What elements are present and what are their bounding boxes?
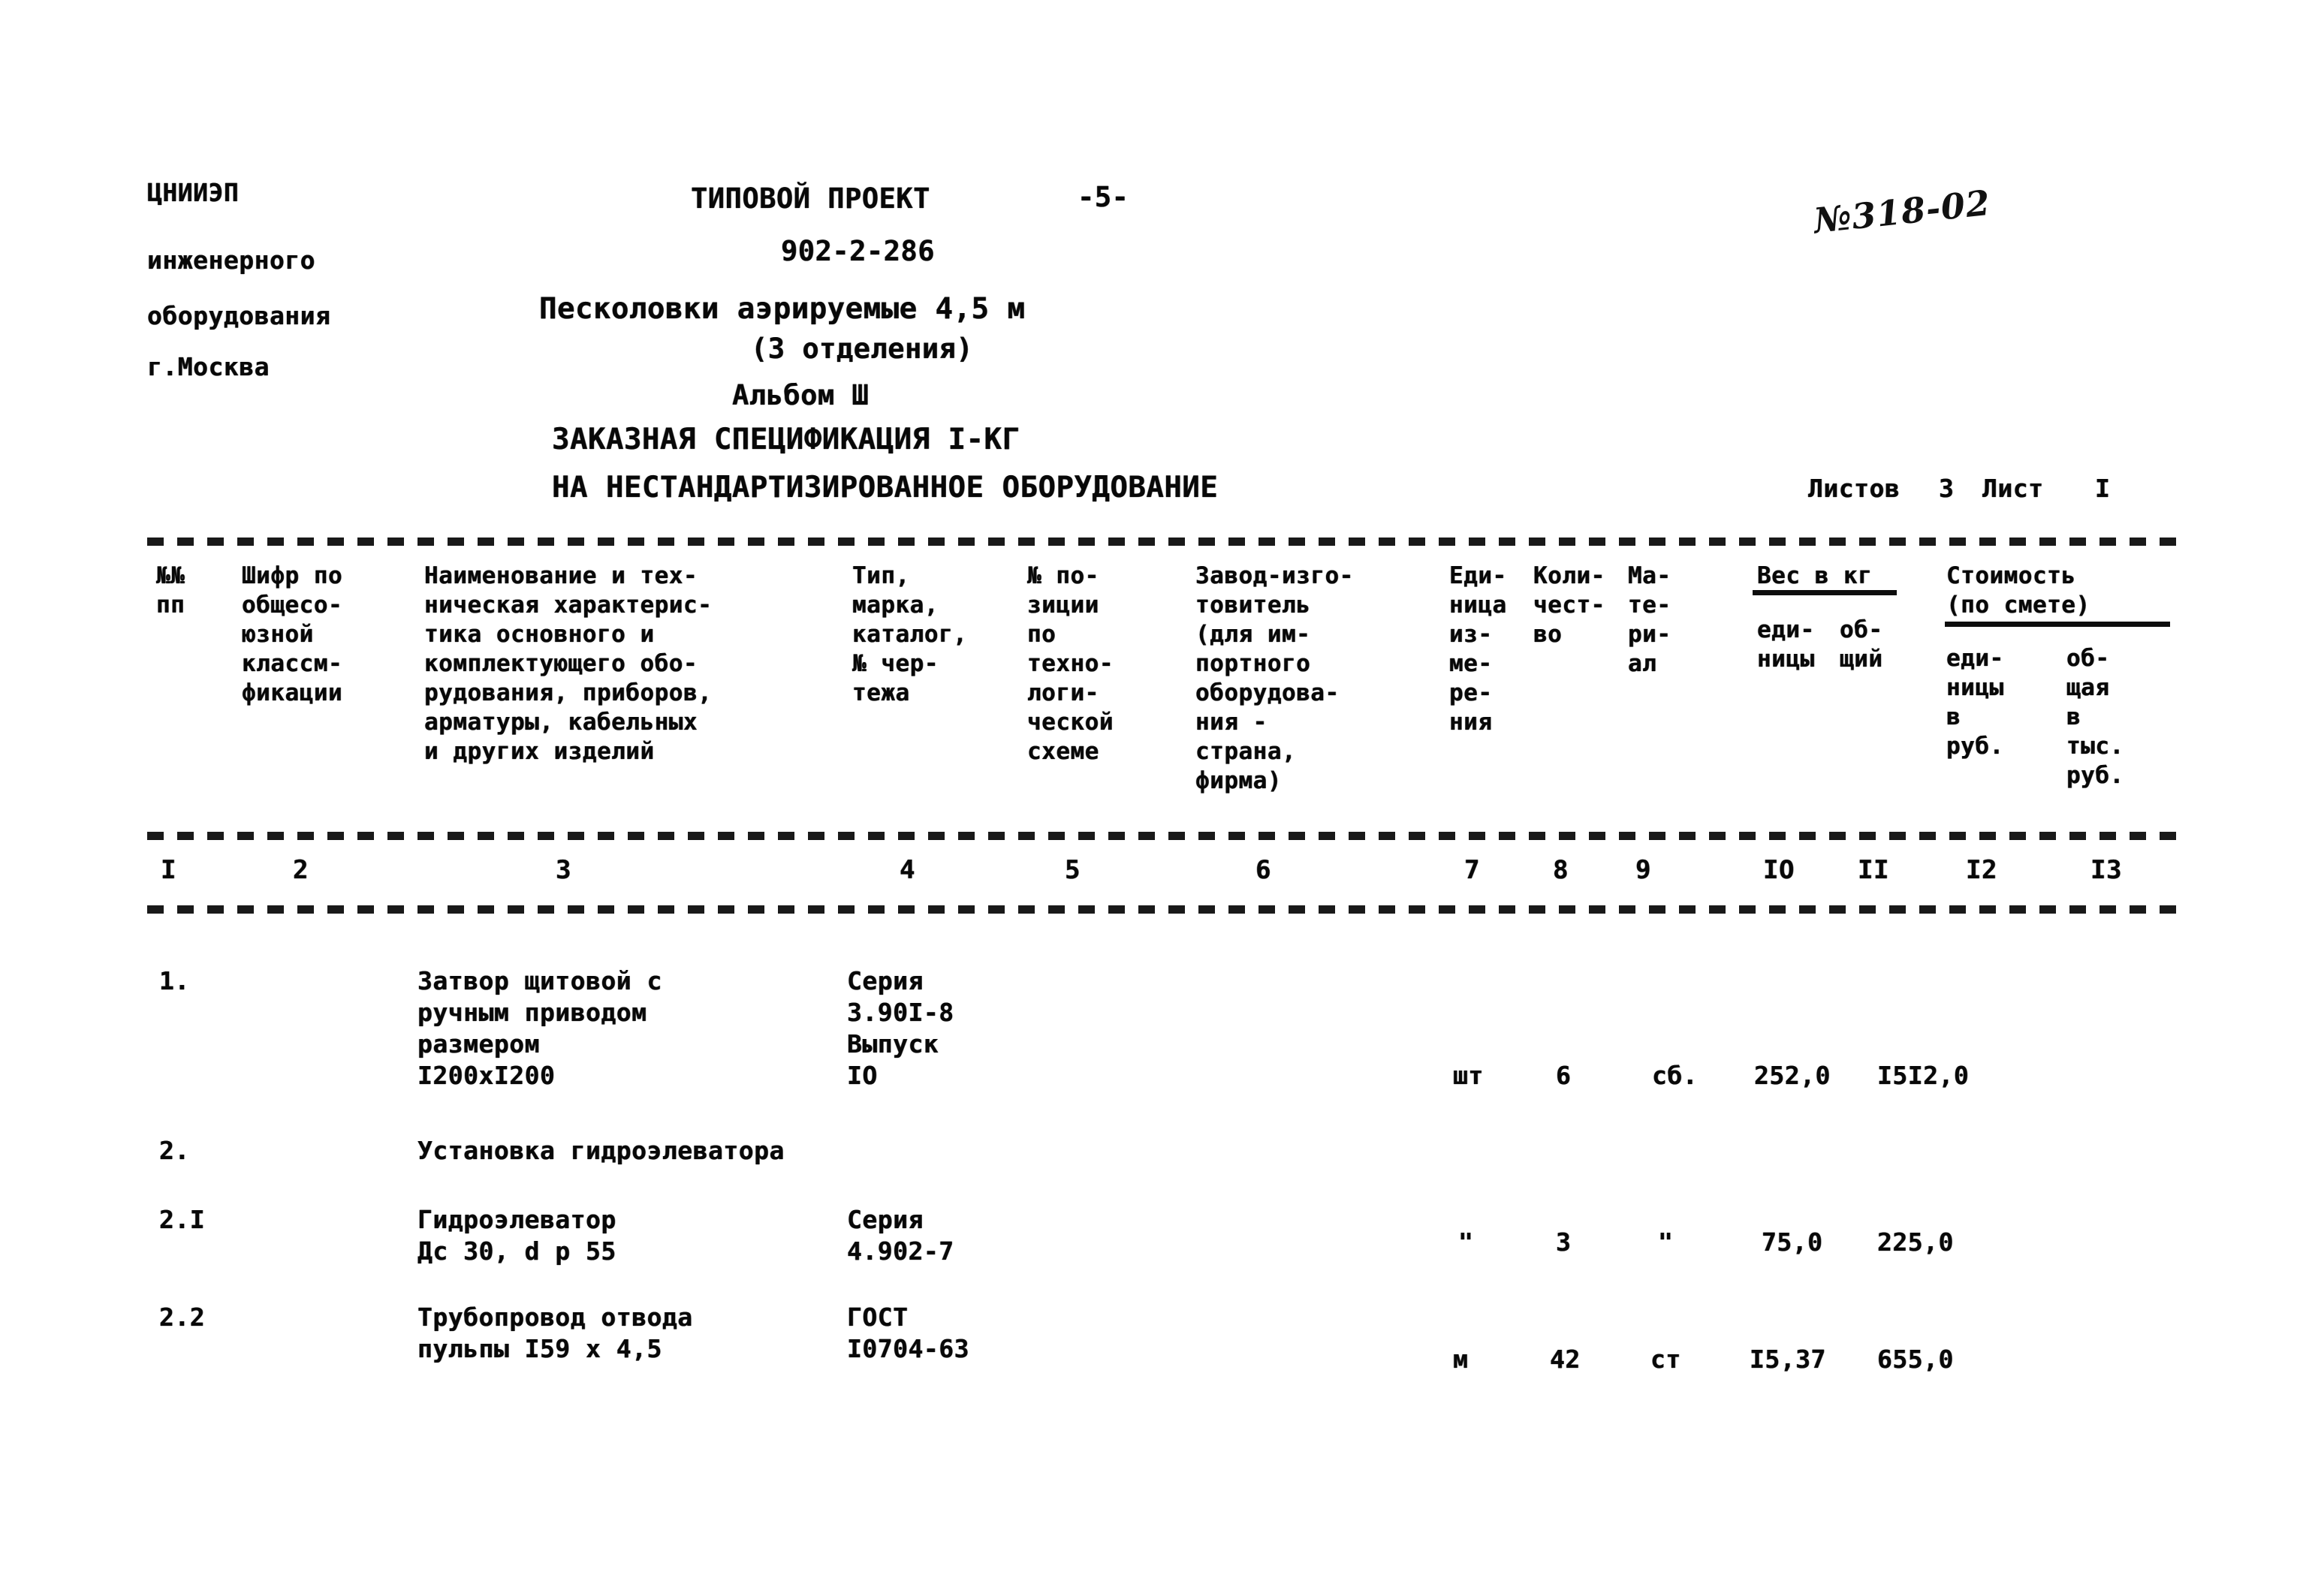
spec-subtitle: НА НЕСТАНДАРТИЗИРОВАННОЕ ОБОРУДОВАНИЕ (552, 471, 1219, 504)
column-number-9: 9 (1635, 855, 1651, 885)
sheets-label: Листов (1808, 474, 1901, 503)
column-header-material: Ма- те- ри- ал (1628, 562, 1671, 677)
column-header-code: Шифр по общесо- юзной классм- фикации (242, 562, 343, 706)
spec-title: ЗАКАЗНАЯ СПЕЦИФИКАЦИЯ I-КГ (552, 423, 1020, 456)
column-header-weight-unit: еди- ницы (1757, 616, 1815, 673)
column-header-cost-unit: еди- ницы в руб. (1946, 645, 2004, 760)
row-1-unit: шт (1453, 1061, 1484, 1090)
column-number-2: 2 (293, 855, 309, 885)
cost-group-underline (1945, 622, 2170, 627)
column-group-header-weight: Вес в кг (1757, 562, 1873, 589)
organization-line-engineering: инженерного (147, 245, 316, 275)
row-2-1-material: " (1658, 1227, 1674, 1257)
handwritten-archive-mark: №318-02 (1811, 182, 1993, 242)
row-1-qty: 6 (1556, 1061, 1572, 1090)
column-group-header-cost: Стоимость (по смете) (1946, 562, 2090, 619)
project-label: ТИПОВОЙ ПРОЕКТ (691, 182, 930, 215)
column-header-position: № по- зиции по техно- логи- ческой схеме (1027, 562, 1114, 765)
row-2-1-type: Серия 4.902-7 (847, 1205, 954, 1266)
row-1-name: Затвор щитовой с ручным приводом размеро… (417, 966, 662, 1090)
row-1-material: сб. (1652, 1061, 1699, 1090)
organization-line-equipment: оборудования (147, 301, 331, 330)
column-number-11: II (1858, 855, 1889, 885)
row-2-2-qty: 42 (1550, 1345, 1581, 1374)
album-label: Альбом Ш (732, 379, 870, 411)
row-2-1-no: 2.I (159, 1205, 206, 1234)
row-2-1-weight-unit: 75,0 (1762, 1227, 1823, 1257)
column-number-8: 8 (1553, 855, 1569, 885)
row-2-2-type: ГОСТ I0704-63 (847, 1302, 969, 1363)
column-header-qty: Коли- чест- во (1533, 562, 1605, 648)
column-number-3: 3 (556, 855, 571, 885)
column-number-5: 5 (1065, 855, 1081, 885)
sheet-number: I (2095, 474, 2111, 503)
column-header-manufacturer: Завод-изго- товитель (для им- портного о… (1195, 562, 1354, 794)
column-header-cost-total: об- щая в тыс. руб. (2066, 645, 2124, 789)
column-number-13: I3 (2090, 855, 2122, 885)
row-1-weight-total: I5I2,0 (1877, 1061, 1970, 1090)
sheets-count: 3 (1939, 474, 1955, 503)
row-1-weight-unit: 252,0 (1754, 1061, 1831, 1090)
row-2-1-qty: 3 (1556, 1227, 1572, 1257)
document-page: ЦНИИЭП инженерного оборудования г.Москва… (0, 0, 2306, 1596)
row-2-2-material: ст (1650, 1345, 1681, 1374)
column-number-12: I2 (1966, 855, 1997, 885)
column-header-weight-total: об- щий (1840, 616, 1883, 673)
object-subtitle: (3 отделения) (751, 333, 974, 365)
project-number: 902-2-286 (781, 235, 935, 267)
table-rule-numbers-bottom (147, 905, 2179, 914)
table-rule-top (147, 538, 2179, 546)
row-2-2-unit: м (1453, 1345, 1469, 1374)
row-2-name: Установка гидроэлеватора (417, 1136, 785, 1165)
table-rule-header-bottom (147, 832, 2179, 840)
column-header-name: Наименование и тех- ническая характерис-… (424, 562, 713, 765)
sheet-label: Лист (1982, 474, 2044, 503)
row-2-1-name: Гидроэлеватор Дс 30, d р 55 (417, 1205, 616, 1266)
column-number-4: 4 (900, 855, 915, 885)
column-number-1: I (161, 855, 176, 885)
row-2-1-unit: " (1458, 1227, 1474, 1257)
column-header-unit: Еди- ница из- ме- ре- ния (1449, 562, 1507, 736)
row-1-type: Серия 3.90I-8 Выпуск IO (847, 966, 954, 1090)
organization-name: ЦНИИЭП (147, 178, 240, 207)
page-marker: -5- (1078, 181, 1129, 213)
object-title: Песколовки аэрируемые 4,5 м (539, 292, 1026, 326)
organization-city: г.Москва (147, 352, 270, 381)
row-2-2-weight-total: 655,0 (1877, 1345, 1954, 1374)
row-2-1-weight-total: 225,0 (1877, 1227, 1954, 1257)
row-2-2-weight-unit: I5,37 (1750, 1345, 1826, 1374)
row-1-no: 1. (159, 966, 190, 995)
column-number-10: IO (1763, 855, 1795, 885)
column-header-type: Тип, марка, каталог, № чер- тежа (852, 562, 968, 706)
row-2-no: 2. (159, 1136, 190, 1165)
row-2-2-name: Трубопровод отвода пульпы I59 х 4,5 (417, 1302, 693, 1363)
column-number-7: 7 (1464, 855, 1480, 885)
column-header-no: №№ пп (156, 562, 185, 619)
weight-group-underline (1753, 590, 1897, 595)
column-number-6: 6 (1255, 855, 1271, 885)
row-2-2-no: 2.2 (159, 1302, 206, 1332)
